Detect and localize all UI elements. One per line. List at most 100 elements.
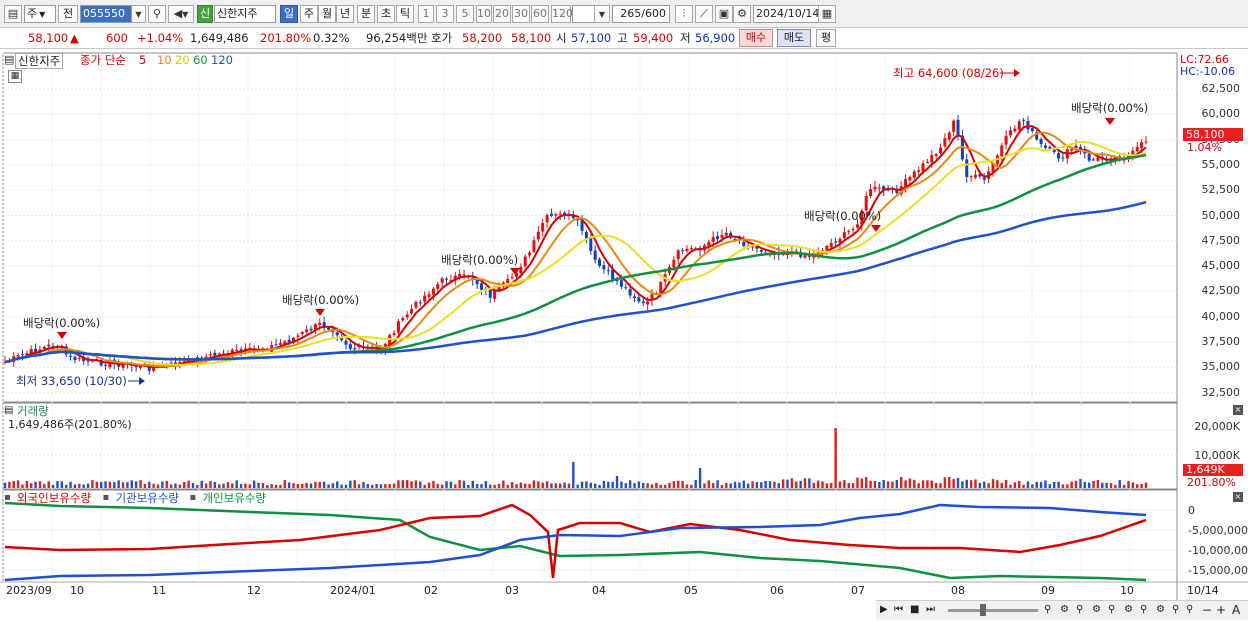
tool-icon-7[interactable]: ⚲	[1140, 604, 1147, 615]
volume-bar	[235, 480, 238, 488]
candle-body	[711, 237, 715, 242]
period-5-button[interactable]: 초	[377, 5, 395, 23]
scroll-right-icon[interactable]: ▶	[880, 604, 888, 615]
interval-30-button[interactable]: 30	[512, 5, 530, 23]
interval-1-button[interactable]: 1	[418, 5, 434, 23]
date-input[interactable]: 2024/10/14	[753, 5, 819, 23]
tool-icon-6[interactable]: ⚙	[1124, 604, 1133, 615]
volume-bar	[917, 483, 920, 488]
x-tick: 06	[770, 584, 784, 597]
tool-icon-8[interactable]: ⚙	[1156, 604, 1165, 615]
draw-line-icon[interactable]: ⟋	[695, 5, 713, 23]
volume-bar	[524, 483, 527, 488]
speaker-icon[interactable]: ◀▼	[168, 5, 194, 23]
volume-bar	[729, 483, 732, 488]
save-icon[interactable]: ▣	[715, 5, 733, 23]
stock-code-input[interactable]: 055550	[80, 5, 132, 23]
interval-10-button[interactable]: 10	[476, 5, 492, 23]
stop-icon[interactable]: ■	[910, 604, 919, 615]
candle-body	[436, 284, 440, 289]
zoom-in-icon[interactable]: ⚲	[1186, 604, 1193, 615]
volume-bar	[672, 481, 676, 488]
volume-bar	[178, 484, 182, 488]
volume-bar	[301, 483, 304, 488]
tool-icon-2[interactable]: ⚙	[1060, 604, 1069, 615]
zoom-plus-icon[interactable]: +	[1216, 603, 1226, 617]
volume-panel-icon[interactable]: ▤	[4, 404, 13, 418]
font-size-icon[interactable]: A	[1232, 603, 1240, 617]
dividend-annotation-1: 배당락(0.00%)	[23, 316, 101, 330]
type-select[interactable]: 주 ▼	[24, 5, 56, 23]
price-panel-stock-name[interactable]: 신한지주	[15, 53, 64, 69]
candle-body	[545, 214, 549, 223]
candle-body	[641, 301, 645, 304]
interval-20-button[interactable]: 20	[493, 5, 511, 23]
period-3-button[interactable]: 년	[336, 5, 354, 23]
zoom-minus-icon[interactable]: −	[1202, 603, 1212, 617]
volume-bar	[965, 479, 968, 488]
ma-60-line	[4, 153, 1147, 364]
candle-body	[1096, 157, 1100, 161]
volume-bar	[755, 482, 759, 488]
calendar-icon[interactable]: ▦	[818, 5, 836, 23]
period-0-button[interactable]: 일	[280, 5, 298, 23]
buy-button[interactable]: 매수	[739, 29, 773, 47]
tool-icon-1[interactable]: ⚲	[1044, 604, 1051, 615]
interval-5-button[interactable]: 5	[456, 5, 474, 23]
low-arrowhead	[139, 377, 145, 385]
volume-bar	[327, 484, 330, 488]
interval-60-button[interactable]: 60	[531, 5, 549, 23]
stock-chart[interactable]	[0, 50, 1248, 621]
grid-toggle-icon[interactable]: ▦	[8, 70, 22, 83]
prev-button[interactable]: 전	[58, 5, 78, 23]
evaluate-button[interactable]: 평	[816, 29, 836, 47]
tool-icon-5[interactable]: ⚲	[1108, 604, 1115, 615]
volume-bar	[952, 479, 955, 488]
tool-icon-4[interactable]: ⚙	[1092, 604, 1101, 615]
holdings-close-icon[interactable]: ×	[1233, 492, 1243, 502]
candle-body	[541, 223, 545, 232]
layout-icon[interactable]: ▤	[4, 5, 22, 23]
volume-bar	[405, 480, 409, 488]
count-field[interactable]: 265/600	[612, 5, 670, 23]
candle-icon[interactable]: ⫶	[675, 5, 693, 23]
hc-label: HC:-10.06	[1180, 65, 1236, 78]
volume-bar	[825, 483, 829, 488]
interval-dropdown-icon[interactable]: ▼	[594, 5, 610, 23]
volume-bar	[56, 481, 59, 488]
x-tick: 12	[247, 584, 261, 597]
period-1-button[interactable]: 주	[300, 5, 318, 23]
tool-icon-3[interactable]: ⚲	[1076, 604, 1083, 615]
zoom-slider[interactable]	[948, 609, 1038, 612]
volume-bar	[1039, 481, 1043, 488]
volume-bar	[261, 483, 265, 488]
volume-bar	[497, 483, 501, 488]
zoom-slider-handle[interactable]	[980, 604, 986, 616]
holdings-legend-marker: ▪	[4, 492, 11, 503]
interval-120-button[interactable]: 120	[551, 5, 573, 23]
candle-body	[327, 327, 331, 330]
volume-bar	[532, 480, 536, 488]
candle-body	[974, 174, 978, 178]
period-6-button[interactable]: 틱	[396, 5, 414, 23]
period-4-button[interactable]: 분	[357, 5, 375, 23]
period-2-button[interactable]: 월	[318, 5, 336, 23]
volume-bar	[471, 480, 474, 488]
volume-bar	[1004, 479, 1008, 488]
tool-icon-9[interactable]: ⚲	[1172, 604, 1179, 615]
volume-bar	[659, 484, 662, 488]
search-icon[interactable]: ⚲	[148, 5, 166, 23]
sell-button[interactable]: 매도	[777, 29, 811, 47]
code-dropdown-icon[interactable]: ▼	[132, 5, 146, 23]
volume-bar	[414, 480, 418, 488]
interval-3-button[interactable]: 3	[436, 5, 454, 23]
candle-body	[1043, 145, 1047, 148]
volume-bar	[353, 480, 356, 488]
panel-menu-icon[interactable]: ▤	[4, 53, 14, 67]
gear-icon[interactable]: ⚙	[733, 5, 751, 23]
volume-close-icon[interactable]: ×	[1233, 405, 1243, 415]
scroll-first-icon[interactable]: ⏮	[894, 604, 903, 615]
scroll-last-icon[interactable]: ⏭	[926, 604, 935, 615]
stock-name-field[interactable]: 신한지주	[214, 5, 276, 23]
volume-bar	[384, 484, 387, 488]
